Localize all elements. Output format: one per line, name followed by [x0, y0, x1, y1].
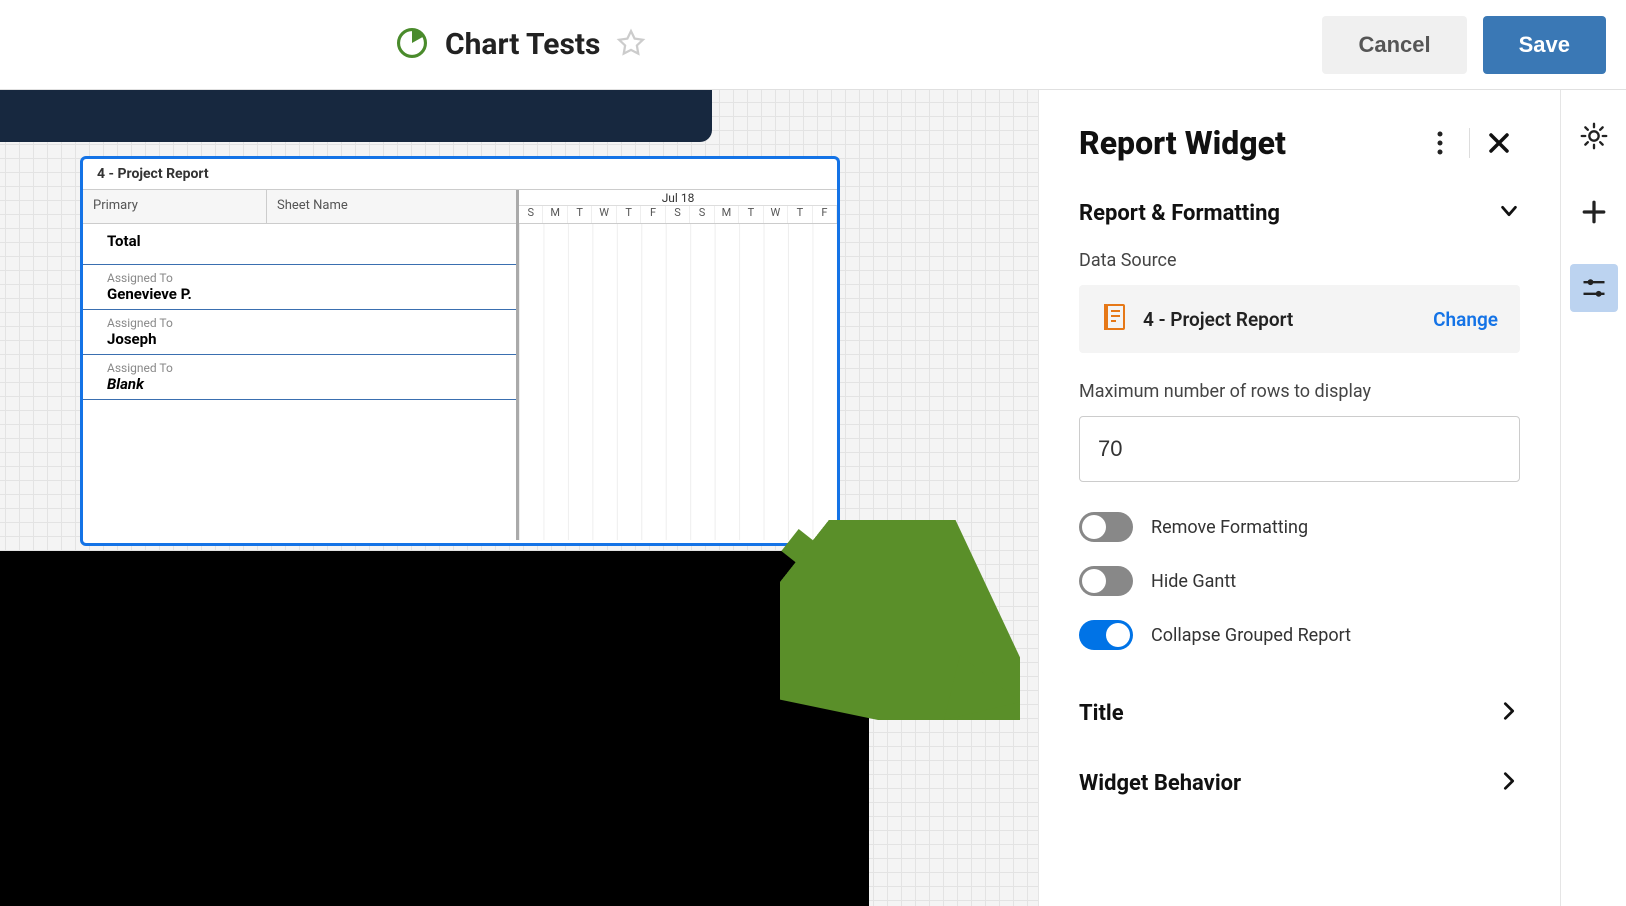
row-total[interactable]: Total — [83, 224, 516, 265]
section-header-title[interactable]: Title — [1079, 678, 1520, 748]
gantt-day-cell: T — [617, 206, 641, 223]
gantt-day-cell: T — [788, 206, 812, 223]
toggle-hide-gantt[interactable] — [1079, 566, 1133, 596]
col-sheet-name[interactable]: Sheet Name — [267, 190, 516, 223]
group-label: Assigned To — [107, 271, 496, 285]
toggle-label: Remove Formatting — [1151, 517, 1308, 538]
close-icon[interactable] — [1478, 122, 1520, 164]
grid-rows: Total Assigned To Genevieve P. Assigned … — [83, 224, 516, 540]
dark-widget-strip — [0, 90, 712, 142]
widget-body: Primary Sheet Name Total Assigned To Gen… — [83, 190, 837, 540]
section-title: Widget Behavior — [1079, 771, 1241, 796]
row-group[interactable]: Assigned To Joseph — [83, 310, 516, 355]
section-title: Report & Formatting — [1079, 201, 1280, 226]
gantt-day-cell: W — [764, 206, 788, 223]
settings-panel: Report Widget Report & Formatting — [1038, 90, 1560, 906]
change-data-source-link[interactable]: Change — [1433, 308, 1498, 331]
plus-icon[interactable] — [1570, 188, 1618, 236]
toggle-remove-formatting[interactable] — [1079, 512, 1133, 542]
dashboard-canvas[interactable]: 4 - Project Report Primary Sheet Name To… — [0, 90, 1038, 906]
col-primary[interactable]: Primary — [83, 190, 267, 223]
gantt-day-cell: F — [813, 206, 837, 223]
max-rows-input[interactable] — [1079, 416, 1520, 482]
section-header-report-formatting[interactable]: Report & Formatting — [1079, 200, 1520, 226]
gantt-day-cell: W — [592, 206, 616, 223]
kebab-menu-icon[interactable] — [1419, 122, 1461, 164]
gantt-day-cell: T — [739, 206, 763, 223]
row-group[interactable]: Assigned To Genevieve P. — [83, 265, 516, 310]
data-source-name: 4 - Project Report — [1143, 308, 1417, 331]
grid-header-row: Primary Sheet Name — [83, 190, 516, 224]
group-label: Assigned To — [107, 316, 496, 330]
gantt-day-cell: F — [641, 206, 665, 223]
toggle-collapse-grouped[interactable] — [1079, 620, 1133, 650]
section-report-formatting: Report & Formatting Data Source 4 - Proj… — [1079, 200, 1520, 650]
chevron-right-icon — [1498, 700, 1520, 726]
gantt-area: Jul 18 SMTWTFSSMTWTF — [519, 190, 837, 540]
toggle-label: Collapse Grouped Report — [1151, 625, 1351, 646]
data-source-label: Data Source — [1079, 250, 1520, 271]
row-group[interactable]: Assigned To Blank — [83, 355, 516, 400]
header-actions: Cancel Save — [1322, 16, 1606, 74]
toggle-row-hide-gantt: Hide Gantt — [1079, 566, 1520, 596]
panel-header: Report Widget — [1079, 122, 1520, 164]
gantt-day-cell: S — [666, 206, 690, 223]
chevron-down-icon — [1498, 200, 1520, 226]
panel-title: Report Widget — [1079, 124, 1419, 162]
widget-preview-title: 4 - Project Report — [83, 159, 837, 190]
sliders-icon[interactable] — [1570, 264, 1618, 312]
gantt-day-cell: M — [715, 206, 739, 223]
cancel-button[interactable]: Cancel — [1322, 16, 1466, 74]
star-icon[interactable] — [616, 28, 646, 62]
gantt-month-label: Jul 18 — [519, 190, 837, 206]
header-bar: Chart Tests Cancel Save — [0, 0, 1626, 90]
page-title: Chart Tests — [445, 27, 600, 62]
toggle-row-remove-formatting: Remove Formatting — [1079, 512, 1520, 542]
section-header-widget-behavior[interactable]: Widget Behavior — [1079, 748, 1520, 818]
right-rail — [1560, 90, 1626, 906]
report-icon — [1101, 303, 1127, 335]
widget-grid: Primary Sheet Name Total Assigned To Gen… — [83, 190, 519, 540]
separator — [1469, 128, 1470, 158]
black-block — [0, 551, 869, 906]
gantt-days-row: SMTWTFSSMTWTF — [519, 206, 837, 224]
header-title-wrap: Chart Tests — [395, 26, 646, 64]
gantt-body[interactable] — [519, 224, 837, 540]
group-value: Blank — [107, 375, 496, 393]
group-value: Genevieve P. — [107, 285, 496, 303]
gantt-day-cell: T — [568, 206, 592, 223]
chevron-right-icon — [1498, 770, 1520, 796]
pie-chart-icon — [395, 26, 429, 64]
data-source-box: 4 - Project Report Change — [1079, 285, 1520, 353]
max-rows-label: Maximum number of rows to display — [1079, 381, 1520, 402]
save-button[interactable]: Save — [1483, 16, 1606, 74]
gantt-day-cell: S — [519, 206, 543, 223]
group-value: Joseph — [107, 330, 496, 348]
toggle-row-collapse-grouped: Collapse Grouped Report — [1079, 620, 1520, 650]
report-widget-preview[interactable]: 4 - Project Report Primary Sheet Name To… — [80, 156, 840, 546]
section-title: Title — [1079, 701, 1124, 726]
gantt-day-cell: S — [690, 206, 714, 223]
group-label: Assigned To — [107, 361, 496, 375]
toggle-label: Hide Gantt — [1151, 571, 1236, 592]
gantt-day-cell: M — [543, 206, 567, 223]
gear-icon[interactable] — [1570, 112, 1618, 160]
